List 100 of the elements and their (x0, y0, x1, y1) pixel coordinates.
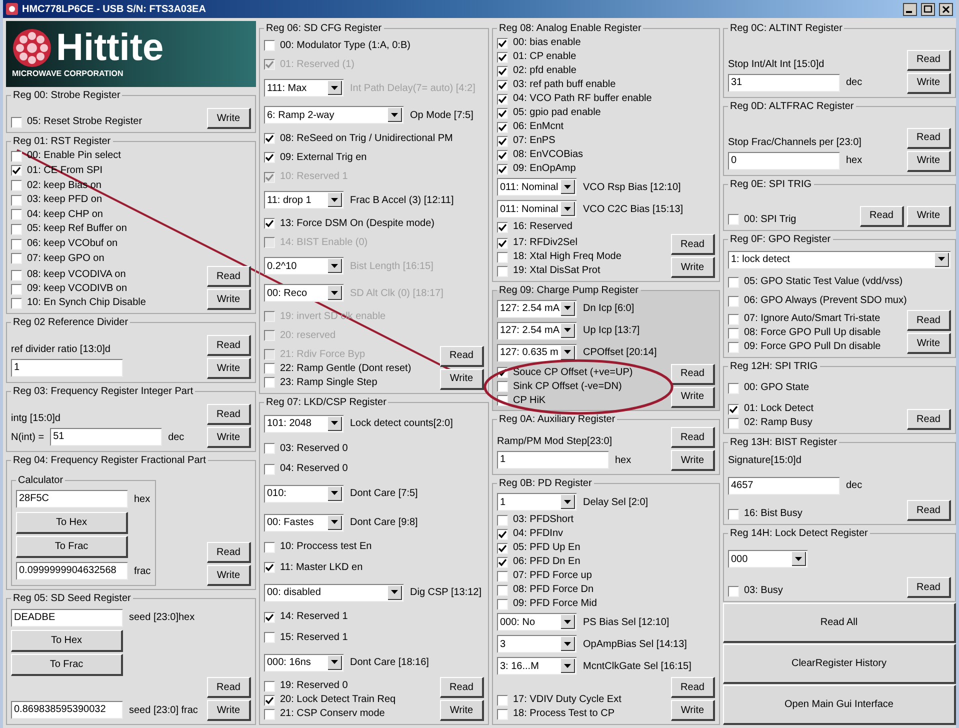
push-button[interactable]: To Frac (16, 536, 128, 558)
checkbox[interactable]: 18: Xtal High Freq Mode (497, 250, 622, 264)
checkbox[interactable]: 05: PFD Up En (497, 541, 580, 556)
push-button[interactable]: Write (207, 565, 251, 586)
push-button[interactable]: Read (907, 577, 951, 598)
checkbox[interactable]: 13: Force DSM On (Despite mode) (264, 216, 434, 231)
checkbox[interactable]: 01: CP enable (497, 50, 576, 64)
checkbox[interactable]: 04: keep CHP on (11, 208, 103, 222)
input-field[interactable]: 0 (728, 152, 840, 170)
push-button[interactable]: Write (671, 386, 715, 408)
input-field[interactable]: 28F5C (16, 490, 128, 508)
push-button[interactable]: Write (207, 289, 251, 310)
checkbox[interactable]: 09: keep VCODIVB on (11, 282, 128, 296)
checkbox[interactable]: 08: PFD Force Dn (497, 583, 594, 598)
checkbox[interactable]: 14: Reserved 1 (264, 610, 348, 624)
push-button[interactable]: Write (440, 700, 484, 721)
dropdown[interactable]: 1 (497, 493, 577, 512)
input-field[interactable]: 51 (50, 428, 162, 446)
dropdown[interactable]: 11: drop 1 (264, 191, 344, 210)
checkbox[interactable]: 08: keep VCODIVA on (11, 268, 126, 282)
push-button[interactable]: Read (671, 234, 715, 255)
checkbox[interactable]: 07: EnPS (497, 134, 556, 148)
push-button[interactable]: Write (207, 427, 251, 448)
checkbox[interactable]: 00: GPO State (728, 381, 810, 396)
push-button[interactable]: Read (207, 542, 251, 563)
dropdown[interactable]: 127: 0.635 m (497, 344, 577, 362)
close-icon[interactable] (939, 2, 953, 16)
push-button[interactable]: Read (440, 346, 484, 366)
checkbox[interactable]: 09: Force GPO Pull Dn disable (728, 340, 881, 354)
checkbox[interactable]: 03: Busy (728, 584, 783, 598)
checkbox[interactable]: 06: EnMcnt (497, 120, 564, 134)
checkbox[interactable]: 05: Reset Strobe Register (11, 115, 142, 129)
checkbox[interactable]: 06: PFD Dn En (497, 555, 580, 570)
checkbox[interactable]: 05: gpio pad enable (497, 106, 601, 120)
checkbox[interactable]: 16: Bist Busy (728, 507, 802, 522)
dropdown[interactable]: 6: Ramp 2-way (264, 106, 404, 124)
input-field[interactable]: 1 (11, 359, 123, 377)
checkbox[interactable]: 06: keep VCObuf on (11, 237, 118, 252)
checkbox[interactable]: 05: GPO Static Test Value (vdd/vss) (728, 275, 903, 290)
checkbox[interactable]: 03: keep PFD on (11, 193, 102, 208)
checkbox[interactable]: 09: EnOpAmp (497, 162, 576, 176)
dropdown[interactable]: 00: Fastes (264, 514, 344, 532)
input-field[interactable]: DEADBE (11, 608, 123, 627)
checkbox[interactable]: 10: Proccess test En (264, 540, 372, 554)
dropdown[interactable]: 011: Nominal (497, 178, 577, 196)
push-button[interactable]: Read (671, 677, 715, 698)
dropdown[interactable]: 3 (497, 635, 577, 654)
checkbox[interactable]: 01: Lock Detect (728, 402, 814, 416)
checkbox[interactable]: Sink CP Offset (-ve=DN) (497, 380, 622, 394)
push-button[interactable]: To Hex (11, 630, 123, 652)
checkbox[interactable]: 19: Xtal DisSat Prot (497, 264, 600, 278)
push-button[interactable]: Read (907, 50, 951, 71)
checkbox[interactable]: 02: Ramp Busy (728, 416, 812, 430)
checkbox[interactable]: 04: VCO Path RF buffer enable (497, 92, 652, 106)
push-button[interactable]: Read (207, 266, 251, 287)
maximize-icon[interactable] (921, 2, 935, 16)
dropdown[interactable]: 000 (728, 550, 808, 568)
checkbox[interactable]: 10: En Synch Chip Disable (11, 296, 146, 310)
dropdown[interactable]: 1: lock detect (728, 250, 951, 269)
checkbox[interactable]: 00: Modulator Type (1:A, 0:B) (264, 38, 410, 53)
checkbox[interactable]: 15: Reserved 1 (264, 630, 348, 645)
push-button[interactable]: Read All (723, 603, 956, 644)
push-button[interactable]: Read (671, 427, 715, 448)
push-button[interactable]: Open Main Gui Interface (723, 685, 956, 726)
checkbox[interactable]: 04: PFDInv (497, 527, 564, 542)
push-button[interactable]: Read (207, 404, 251, 425)
checkbox[interactable]: 04: Reserved 0 (264, 462, 348, 476)
checkbox[interactable]: 03: ref path buff enable (497, 78, 616, 92)
dropdown[interactable]: 127: 2.54 mA (497, 300, 577, 318)
checkbox[interactable]: 07: PFD Force up (497, 569, 592, 584)
checkbox[interactable]: 19: Reserved 0 (264, 679, 348, 693)
checkbox[interactable]: 18: Process Test to CP (497, 707, 615, 722)
dropdown[interactable]: 127: 2.54 mA (497, 322, 577, 340)
input-field[interactable]: 4657 (728, 476, 840, 495)
push-button[interactable]: Read (207, 677, 251, 698)
checkbox[interactable]: 02: pfd enable (497, 64, 576, 78)
dropdown[interactable]: 011: Nominal (497, 200, 577, 218)
checkbox[interactable]: 08: ReSeed on Trig / Unidirectional PM (264, 132, 453, 146)
dropdown[interactable]: 3: 16...M (497, 657, 577, 676)
checkbox[interactable]: 03: Reserved 0 (264, 442, 348, 456)
checkbox[interactable]: 03: PFDShort (497, 513, 574, 528)
input-field[interactable]: 1 (497, 451, 609, 470)
push-button[interactable]: Write (671, 257, 715, 278)
dropdown[interactable]: 010: (264, 484, 344, 503)
checkbox[interactable]: 20: Lock Detect Train Req (264, 693, 396, 707)
push-button[interactable]: To Hex (16, 512, 128, 534)
dropdown[interactable]: 000: 16ns (264, 654, 344, 672)
dropdown[interactable]: 101: 2048 (264, 414, 344, 433)
push-button[interactable]: Read (207, 335, 251, 356)
push-button[interactable]: Read (907, 310, 951, 332)
checkbox[interactable]: 09: External Trig en (264, 150, 367, 165)
push-button[interactable]: Read (907, 128, 951, 149)
input-field[interactable]: 0.0999999904632568 (16, 562, 128, 580)
dropdown[interactable]: 000: No (497, 613, 577, 632)
push-button[interactable]: Read (671, 364, 715, 385)
dropdown[interactable]: 00: disabled (264, 584, 404, 602)
checkbox[interactable]: 01: CE From SPI (11, 164, 103, 178)
push-button[interactable]: Write (671, 700, 715, 722)
checkbox[interactable]: 07: keep GPO on (11, 252, 104, 266)
checkbox[interactable]: 00: SPI Trig (728, 212, 796, 227)
